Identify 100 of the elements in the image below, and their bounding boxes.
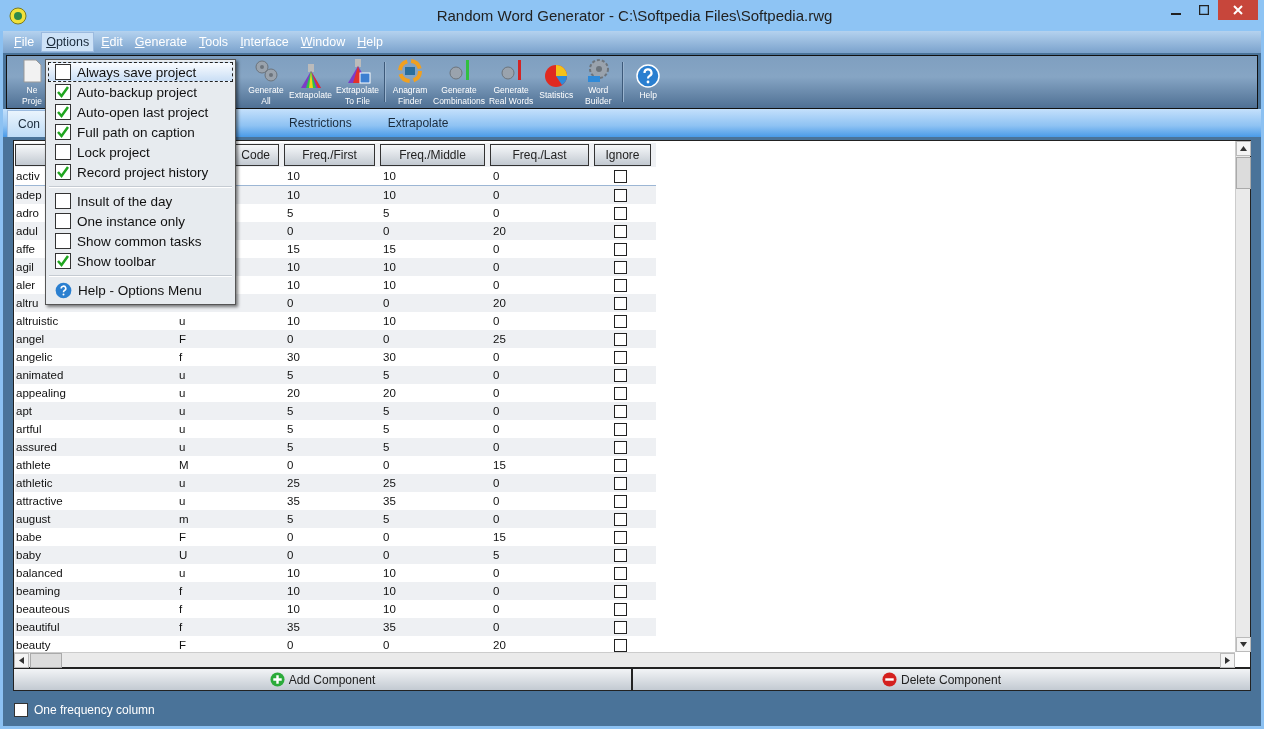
- table-cell-text: 10: [286, 279, 300, 291]
- delete-button[interactable]: Delete Component: [632, 668, 1251, 691]
- column-header[interactable]: Freq./First: [284, 144, 375, 166]
- checkbox[interactable]: [55, 213, 71, 229]
- close-button[interactable]: [1218, 0, 1258, 20]
- toolbar-button[interactable]: Word Builder: [577, 57, 620, 107]
- toolbar-button[interactable]: Generate Real Words: [487, 57, 536, 107]
- toolbar-button[interactable]: Generate All: [245, 57, 287, 107]
- table-cell-text: 10: [382, 585, 396, 597]
- checkbox[interactable]: [613, 368, 627, 382]
- checkbox[interactable]: [613, 169, 627, 183]
- table-cell: babe: [15, 531, 42, 543]
- checkbox[interactable]: [14, 703, 28, 717]
- menu-item[interactable]: Always save project: [48, 62, 233, 82]
- table-cell-text: 20: [382, 387, 396, 399]
- checkbox[interactable]: [55, 193, 71, 209]
- checkbox[interactable]: [613, 512, 627, 526]
- checkbox[interactable]: [613, 422, 627, 436]
- table-cell-text: f: [178, 585, 183, 597]
- table-cell-text: u: [178, 567, 186, 579]
- checkbox[interactable]: [613, 242, 627, 256]
- checkbox[interactable]: [613, 440, 627, 454]
- checkbox[interactable]: [613, 494, 627, 508]
- table-cell-text: m: [178, 513, 189, 525]
- column-header[interactable]: Ignore: [594, 144, 651, 166]
- toolbar-button[interactable]: Extrapolate: [287, 63, 334, 101]
- checkbox[interactable]: [55, 84, 71, 100]
- table-cell: beautiful: [15, 621, 60, 633]
- checkbox[interactable]: [55, 164, 71, 180]
- table-cell-text: 0: [492, 387, 500, 399]
- menu-item[interactable]: Show toolbar: [48, 251, 233, 271]
- table-cell: apt: [15, 405, 32, 417]
- menu-item[interactable]: Record project history: [48, 162, 233, 182]
- checkbox[interactable]: [613, 188, 627, 202]
- table-cell-text: F: [178, 531, 187, 543]
- checkbox[interactable]: [613, 638, 627, 652]
- table-cell-text: 0: [492, 207, 500, 219]
- checkbox[interactable]: [613, 566, 627, 580]
- checkbox[interactable]: [55, 64, 71, 80]
- toolbar-button[interactable]: Anagram Finder: [389, 57, 431, 107]
- window-title: Random Word Generator - C:\Softpedia Files\Softpedia.rwg: [435, 7, 834, 24]
- menu-item[interactable]: Show common tasks: [48, 231, 233, 251]
- checkbox[interactable]: [613, 458, 627, 472]
- checkbox[interactable]: [613, 296, 627, 310]
- table-cell-text: 35: [286, 621, 300, 633]
- checkbox[interactable]: [613, 404, 627, 418]
- scrollbar-thumb[interactable]: [1236, 157, 1251, 189]
- tab[interactable]: Restrictions: [273, 110, 368, 136]
- checkbox[interactable]: [613, 332, 627, 346]
- menu-item[interactable]: Insult of the day: [48, 191, 233, 211]
- menu-item[interactable]: Help - Options Menu: [48, 280, 233, 300]
- table-cell-text: 10: [382, 261, 396, 273]
- table-cell-text: u: [178, 477, 186, 489]
- checkbox[interactable]: [55, 104, 71, 120]
- menu-item[interactable]: Options: [41, 32, 95, 52]
- table-cell-text: u: [178, 423, 186, 435]
- checkbox[interactable]: [55, 233, 71, 249]
- vertical-scrollbar[interactable]: [1235, 141, 1250, 652]
- table-cell-text: 10: [286, 315, 300, 327]
- toolbar-button[interactable]: Generate Combinations: [431, 57, 487, 107]
- checkbox[interactable]: [613, 530, 627, 544]
- menu-item[interactable]: Lock project: [48, 142, 233, 162]
- checkbox[interactable]: [613, 620, 627, 634]
- table-cell-text: 10: [382, 603, 396, 615]
- checkbox[interactable]: [55, 124, 71, 140]
- checkbox[interactable]: [613, 584, 627, 598]
- table-cell: beaming: [15, 585, 61, 597]
- checkbox[interactable]: [613, 386, 627, 400]
- tab[interactable]: Extrapolate: [371, 110, 465, 136]
- table-cell-text: 5: [286, 513, 294, 525]
- table-cell: artful: [15, 423, 42, 435]
- checkbox-label: One frequency column: [34, 703, 155, 717]
- checkbox[interactable]: [55, 144, 71, 160]
- checkbox[interactable]: [613, 206, 627, 220]
- table-cell-text: 0: [492, 170, 500, 182]
- checkbox[interactable]: [55, 253, 71, 269]
- column-header[interactable]: Freq./Last: [490, 144, 589, 166]
- checkbox[interactable]: [613, 476, 627, 490]
- checkbox[interactable]: [613, 602, 627, 616]
- checkbox[interactable]: [613, 260, 627, 274]
- table-cell-text: 0: [382, 225, 390, 237]
- table-cell-text: 0: [382, 459, 390, 471]
- horizontal-scrollbar[interactable]: [14, 652, 1235, 667]
- table-cell-text: 25: [286, 477, 300, 489]
- toolbar-button[interactable]: Help: [627, 63, 670, 101]
- table-cell-text: f: [178, 603, 183, 615]
- table-cell: appealing: [15, 387, 66, 399]
- checkbox[interactable]: [613, 314, 627, 328]
- toolbar-button[interactable]: Extrapolate To File: [334, 57, 381, 107]
- add-button[interactable]: Add Component: [13, 668, 632, 691]
- menu-item[interactable]: One instance only: [48, 211, 233, 231]
- column-header[interactable]: Freq./Middle: [380, 144, 485, 166]
- checkbox[interactable]: [613, 548, 627, 562]
- table-cell-text: 10: [286, 585, 300, 597]
- table-cell-text: 0: [492, 603, 500, 615]
- scrollbar-thumb[interactable]: [30, 653, 62, 668]
- checkbox[interactable]: [613, 278, 627, 292]
- checkbox[interactable]: [613, 224, 627, 238]
- checkbox[interactable]: [613, 350, 627, 364]
- toolbar-button[interactable]: Statistics: [535, 63, 578, 101]
